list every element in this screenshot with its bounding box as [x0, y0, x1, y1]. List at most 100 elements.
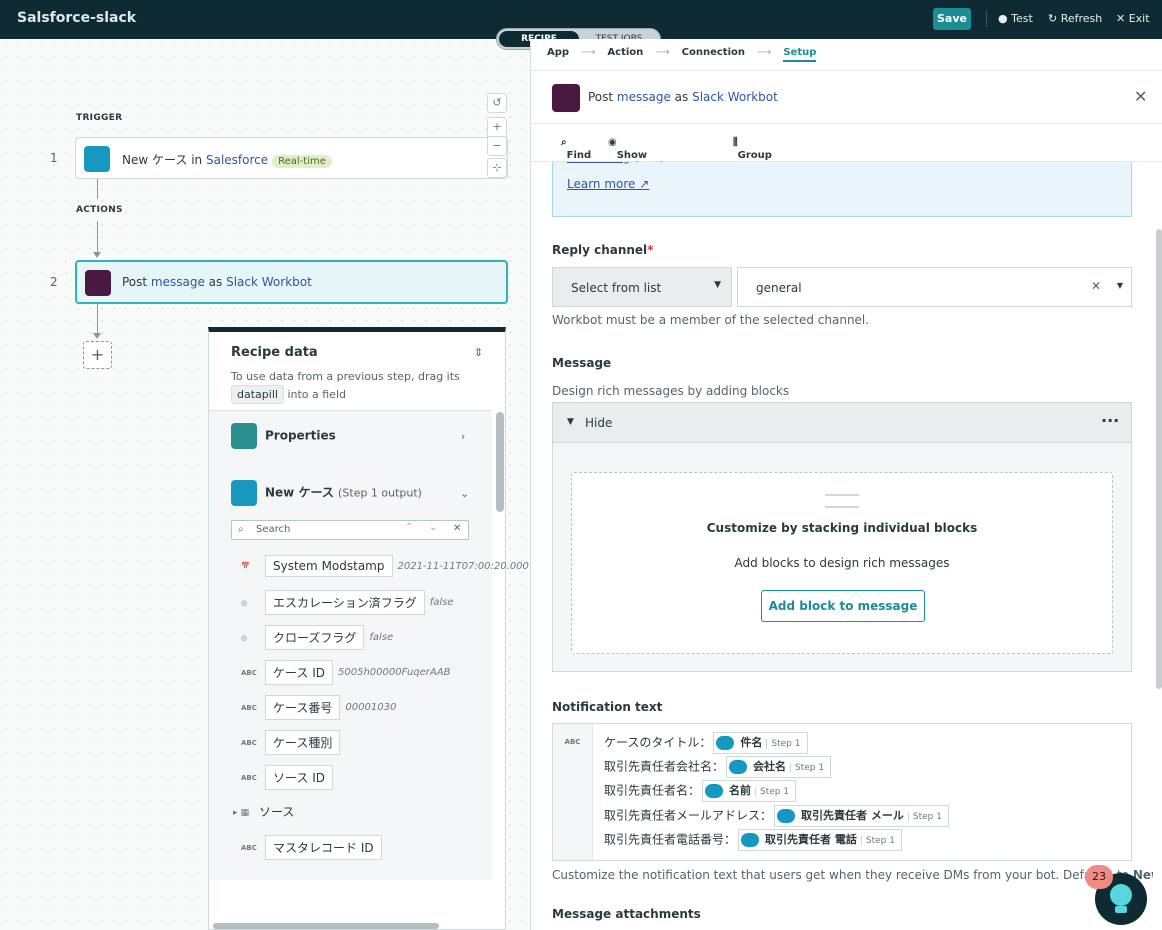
- message-header: ▼ Hide ···: [553, 403, 1131, 443]
- datapill-field[interactable]: ABC ケース種別: [241, 730, 341, 755]
- datapill-field[interactable]: ABC ケース番号 00001030: [241, 695, 396, 720]
- more-icon[interactable]: ···: [1101, 411, 1119, 430]
- title-text: Post: [588, 90, 617, 104]
- zoom-in-button[interactable]: +: [487, 117, 507, 137]
- group-map-button[interactable]: ⫼ Group map data: [733, 137, 772, 183]
- datapill-field[interactable]: ◎ エスカレーション済フラグ false: [241, 590, 454, 615]
- line-text: 取引先責任者会社名：: [604, 759, 725, 774]
- trigger-label: TRIGGER: [76, 113, 123, 123]
- step-text: Post: [122, 275, 151, 289]
- vertical-scrollbar[interactable]: [496, 412, 504, 512]
- datapill-label: 取引先責任者 電話: [765, 833, 857, 846]
- vertical-scrollbar[interactable]: [1156, 229, 1162, 689]
- save-button[interactable]: Save: [933, 8, 971, 30]
- optional-fields-button[interactable]: ◉ Show optional fields: [608, 137, 663, 183]
- caret-down-icon[interactable]: ▼: [567, 417, 574, 427]
- text-icon: ABC: [241, 668, 257, 677]
- connector-line: [97, 221, 98, 253]
- add-step-button[interactable]: +: [83, 341, 112, 369]
- datapill-field[interactable]: ABC ケース ID 5005h00000FuqerAAB: [241, 660, 450, 685]
- step-app: Slack Workbot: [226, 275, 312, 289]
- datapill-label: 件名: [740, 736, 763, 749]
- datapill-field[interactable]: ABC ソース ID: [241, 765, 333, 790]
- chevron-down-icon[interactable]: ⌄: [460, 487, 469, 500]
- test-button[interactable]: ● Test: [998, 12, 1033, 25]
- field-name[interactable]: ケース ID: [265, 660, 333, 685]
- exit-button[interactable]: ✕ Exit: [1116, 12, 1150, 25]
- field-name[interactable]: マスタレコード ID: [265, 835, 382, 860]
- chevron-down-icon[interactable]: ⌄: [429, 522, 437, 533]
- step-output-section[interactable]: New ケース (Step 1 output): [231, 480, 422, 506]
- notif-line: 取引先責任者電話番号： 取引先責任者 電話 Step 1: [604, 829, 902, 851]
- salesforce-icon: [716, 736, 735, 750]
- chevron-up-icon[interactable]: ⌃: [405, 522, 413, 533]
- fit-view-button[interactable]: ⊹: [487, 158, 507, 178]
- add-block-button[interactable]: Add block to message: [761, 590, 925, 622]
- field-name[interactable]: System Modstamp: [265, 555, 393, 577]
- datapill-field[interactable]: ABC マスタレコード ID: [241, 835, 382, 860]
- connector-arrow: [93, 333, 101, 339]
- formatting-link[interactable]: formatting: [567, 162, 630, 164]
- line-text: 取引先責任者名：: [604, 783, 701, 798]
- caret-down-icon[interactable]: ▼: [1117, 281, 1123, 290]
- hide-toggle[interactable]: Hide: [585, 416, 612, 430]
- refresh-icon: ↻: [1048, 12, 1058, 25]
- info-box: formatting. Learn more ↗: [552, 162, 1132, 217]
- properties-section[interactable]: Properties: [231, 423, 336, 449]
- reply-channel-mode-select[interactable]: Select from list ▼: [552, 267, 732, 307]
- blocks-title: Customize by stacking individual blocks: [706, 521, 978, 535]
- properties-label: Properties: [265, 428, 336, 443]
- datapill-group[interactable]: ▸ ▦ ソース: [233, 803, 294, 828]
- trigger-step-card[interactable]: New ケース in Salesforce Real-time: [75, 137, 508, 179]
- horizontal-scrollbar[interactable]: [213, 923, 439, 929]
- field-name[interactable]: ケース種別: [265, 730, 341, 755]
- exit-label: Exit: [1128, 12, 1150, 25]
- learn-more-link[interactable]: Learn more ↗: [567, 177, 649, 191]
- drag-handle-icon[interactable]: ⇕: [474, 346, 483, 359]
- datapill-search-input[interactable]: ⌕ Search ⌃ ⌄ ✕: [231, 520, 469, 540]
- recipe-data-title: Recipe data: [231, 345, 318, 360]
- help-button[interactable]: 23: [1085, 865, 1147, 925]
- field-name[interactable]: ソース ID: [265, 765, 333, 790]
- chevron-right-icon[interactable]: ›: [461, 430, 465, 443]
- crumb-connection[interactable]: Connection: [682, 47, 745, 58]
- blocks-icon: [825, 494, 859, 508]
- field-name[interactable]: クローズフラグ: [265, 625, 365, 650]
- close-icon[interactable]: ✕: [1134, 87, 1147, 106]
- clear-icon[interactable]: ✕: [1091, 279, 1101, 293]
- datapill-field[interactable]: 📅 System Modstamp 2021-11-11T07:00:20.000: [241, 555, 529, 580]
- notification-text-label: Notification text: [552, 700, 663, 714]
- datapill[interactable]: 件名 Step 1: [713, 732, 808, 754]
- datapill-field[interactable]: ◎ クローズフラグ false: [241, 625, 393, 650]
- action-step-card[interactable]: Post message as Slack Workbot: [75, 260, 508, 304]
- recipe-title[interactable]: Salsforce-slack: [17, 10, 136, 26]
- recipe-data-list[interactable]: Properties › New ケース (Step 1 output) ⌄ ⌕…: [209, 410, 529, 880]
- datapill[interactable]: 会社名 Step 1: [726, 756, 832, 778]
- clear-search-icon[interactable]: ✕: [453, 523, 461, 534]
- datapill[interactable]: 取引先責任者 電話 Step 1: [738, 829, 902, 851]
- crumb-app[interactable]: App: [547, 47, 569, 58]
- crumb-setup[interactable]: Setup: [783, 47, 817, 62]
- field-name[interactable]: ソース: [259, 805, 294, 819]
- notif-line: ケースのタイトル： 件名 Step 1: [604, 732, 808, 754]
- workbot-icon: [85, 270, 111, 296]
- refresh-button[interactable]: ↻ Refresh: [1048, 12, 1102, 25]
- step-object: message: [150, 275, 205, 289]
- field-name[interactable]: エスカレーション済フラグ: [265, 590, 425, 615]
- reset-zoom-button[interactable]: ↺: [487, 93, 507, 113]
- datapill[interactable]: 取引先責任者 メール Step 1: [774, 805, 949, 827]
- zoom-out-button[interactable]: −: [487, 136, 507, 156]
- datapill-label: 名前: [729, 784, 752, 797]
- datapill[interactable]: 名前 Step 1: [702, 780, 797, 802]
- field-name[interactable]: ケース番号: [265, 695, 341, 720]
- crumb-action[interactable]: Action: [607, 47, 643, 58]
- title-app[interactable]: Slack Workbot: [692, 90, 778, 104]
- label-text: Reply channel: [552, 243, 648, 257]
- refresh-label: Refresh: [1060, 12, 1103, 25]
- title-object[interactable]: message: [617, 90, 671, 104]
- caret-down-icon: ▼: [714, 280, 721, 290]
- reply-channel-select[interactable]: general ✕ ▼: [737, 267, 1132, 307]
- find-button[interactable]: ⌕ Find: [561, 137, 591, 161]
- notification-text-field[interactable]: ABC ケースのタイトル： 件名 Step 1 取引先責任者会社名： 会社名 Step …: [552, 723, 1132, 861]
- blocks-subtitle: Add blocks to design rich messages: [734, 556, 950, 570]
